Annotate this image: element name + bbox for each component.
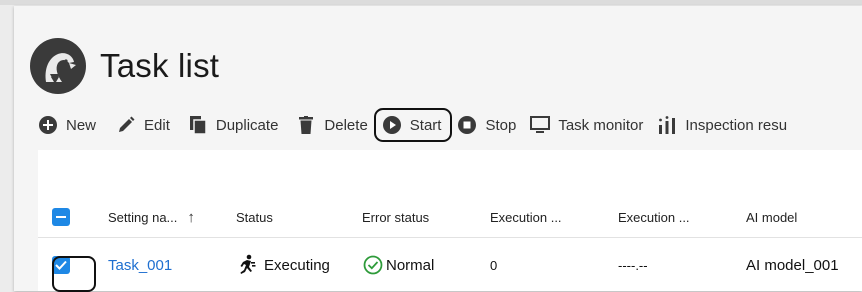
start-label: Start [409,116,442,134]
plus-circle-icon [38,115,58,135]
page-title: Task list [100,47,220,84]
column-header-execution-2[interactable]: Execution ... [604,198,732,236]
column-header-execution-1[interactable]: Execution ... [476,198,604,236]
delete-button[interactable]: Delete [296,108,368,142]
table-header: Setting na... ↑ Status Error status Exec… [38,198,862,236]
column-header-label: Setting na... [108,209,178,225]
play-circle-icon [382,115,402,135]
bar-chart-icon [657,115,677,135]
monitor-icon [530,115,551,135]
task-monitor-button[interactable]: Task monitor [530,108,643,142]
select-all-checkbox[interactable] [52,208,70,226]
top-divider [0,0,862,5]
column-header-label: Error status [362,209,430,225]
column-header-setting-name[interactable]: Setting na... ↑ [94,198,224,236]
task-table: Setting na... ↑ Status Error status Exec… [38,150,862,291]
sort-ascending-icon[interactable]: ↑ [187,209,195,226]
execution-1-value: 0 [490,257,498,273]
ai-model-value: AI model_001 [746,256,839,274]
inspection-results-button[interactable]: Inspection resu [657,108,787,142]
execution-1-cell: 0 [476,238,604,292]
table-row[interactable]: Task_001 Executing Normal 0 ----.-- AI m… [38,237,862,292]
delete-label: Delete [324,116,368,134]
stop-circle-icon [457,115,477,135]
stop-label: Stop [485,116,517,134]
row-checkbox-highlight [52,256,96,292]
column-header-label: AI model [746,209,798,225]
select-all-cell [38,198,94,236]
start-button[interactable]: Start [373,108,453,142]
duplicate-button[interactable]: Duplicate [188,108,279,142]
stop-button[interactable]: Stop [457,108,516,142]
execution-2-value: ----.-- [618,257,648,273]
duplicate-label: Duplicate [215,116,279,134]
column-header-ai-model[interactable]: AI model [732,198,862,236]
falcon-logo-icon [30,38,86,94]
new-button[interactable]: New [38,108,96,142]
column-header-error-status[interactable]: Error status [348,198,476,236]
column-header-label: Execution ... [490,209,562,225]
column-header-label: Status [236,209,273,225]
column-header-label: Execution ... [618,209,690,225]
error-status-text: Normal [386,256,435,274]
ai-model-cell: AI model_001 [732,238,862,292]
status-cell: Executing [224,238,348,292]
edit-label: Edit [144,116,170,134]
error-status-cell: Normal [348,238,476,292]
task-monitor-label: Task monitor [558,116,644,134]
new-label: New [66,116,97,134]
setting-name-cell: Task_001 [94,238,224,292]
page-header: Task list [30,36,219,96]
edit-button[interactable]: Edit [116,108,170,142]
check-circle-icon [362,254,384,276]
toolbar: New Edit Duplicate Delete Start Stop Tas… [38,108,787,142]
pencil-icon [116,115,136,135]
inspection-results-label: Inspection resu [685,116,788,134]
status-text: Executing [264,256,330,274]
execution-2-cell: ----.-- [604,238,732,292]
task-name-link[interactable]: Task_001 [108,257,172,274]
copy-icon [188,115,208,135]
column-header-status[interactable]: Status [224,198,348,236]
running-person-icon [236,254,258,276]
trash-icon [296,115,316,135]
